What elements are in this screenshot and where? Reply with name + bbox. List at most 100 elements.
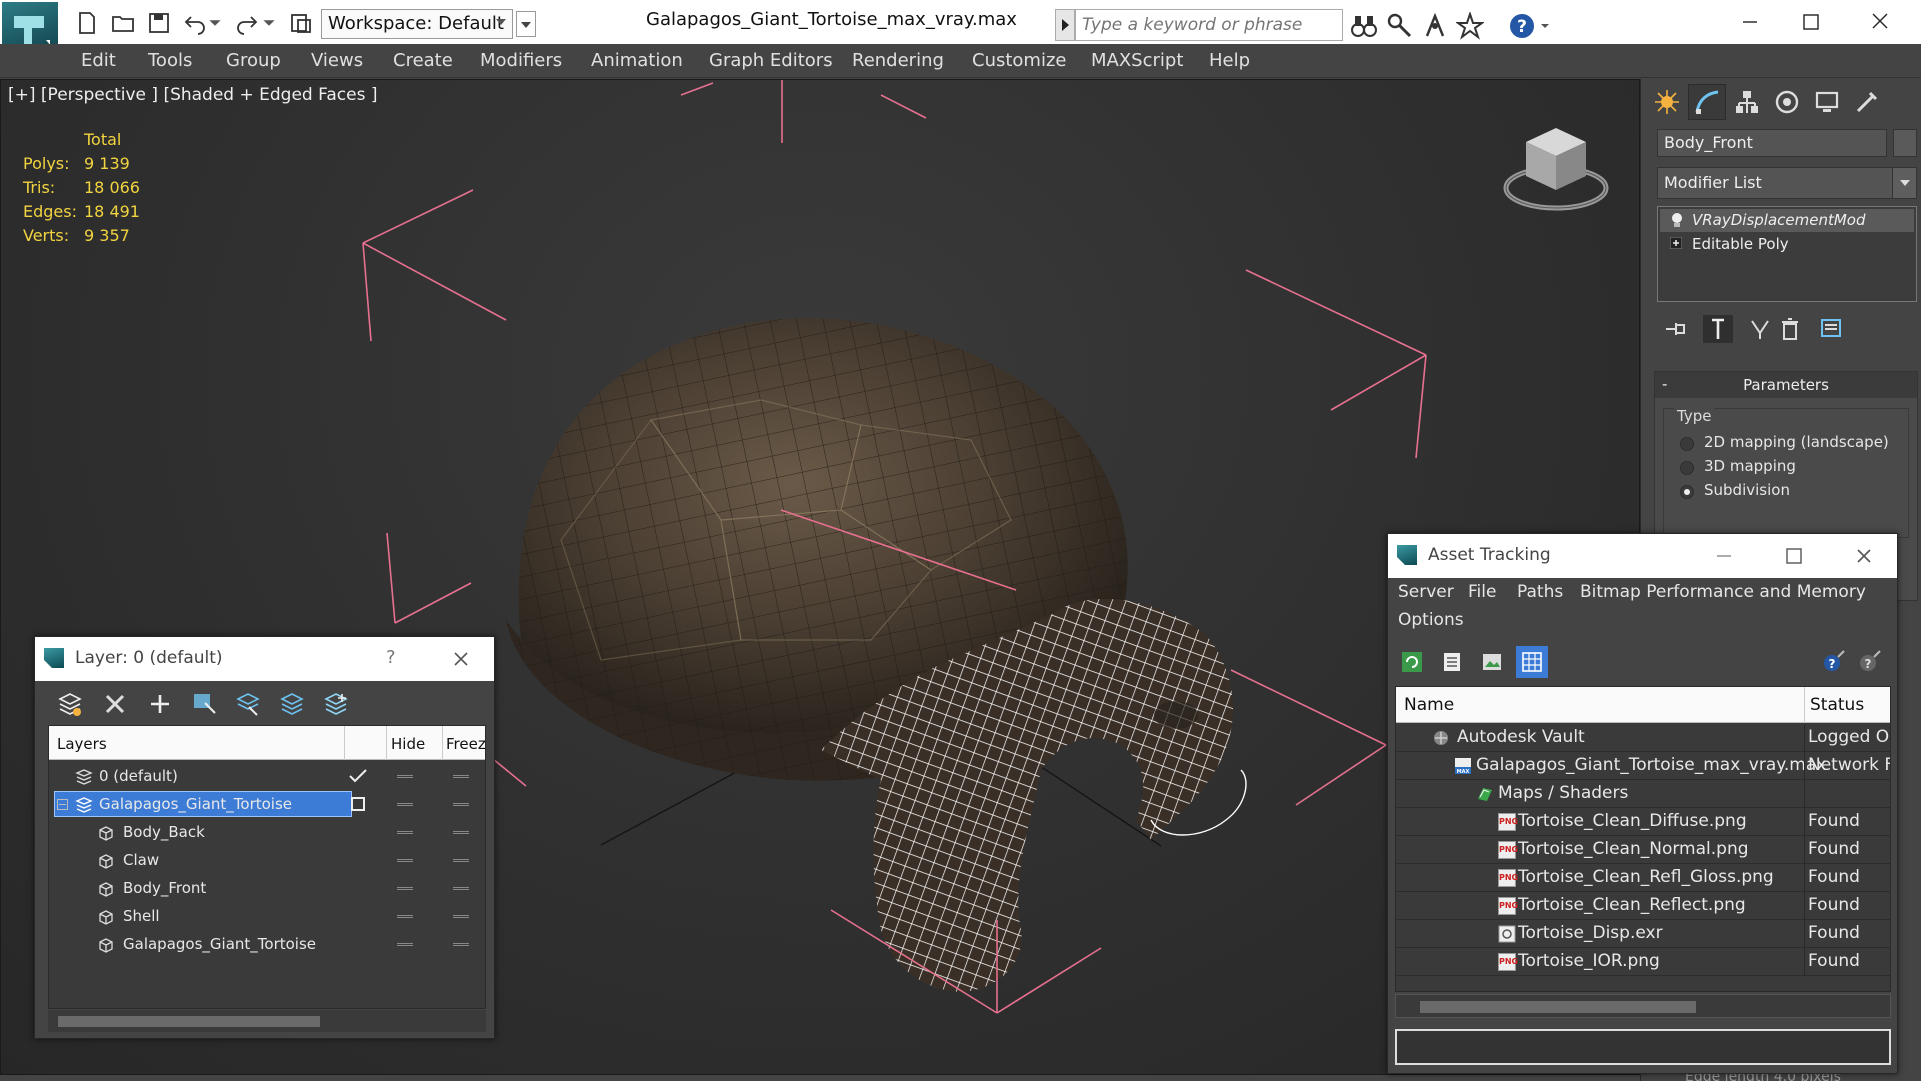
thumbnail-view-icon[interactable]: [1476, 646, 1508, 678]
scrollbar-thumb[interactable]: [1420, 1001, 1696, 1013]
make-unique-icon[interactable]: [1745, 315, 1775, 343]
column-freeze[interactable]: Freeze: [446, 735, 485, 753]
hide-toggle[interactable]: [397, 887, 413, 890]
freeze-toggle[interactable]: [453, 831, 469, 834]
freeze-toggle[interactable]: [453, 887, 469, 890]
list-view-icon[interactable]: [1436, 646, 1468, 678]
hide-toggle[interactable]: [397, 831, 413, 834]
freeze-toggle[interactable]: [453, 915, 469, 918]
help-dropdown-icon[interactable]: [1540, 12, 1554, 40]
column-divider[interactable]: [386, 726, 387, 760]
hide-toggle[interactable]: [397, 803, 413, 806]
project-folder-icon[interactable]: [286, 8, 316, 38]
scrollbar-thumb[interactable]: [58, 1016, 320, 1027]
menu-edit[interactable]: Edit: [81, 50, 116, 71]
asset-menu-bitmap-performance[interactable]: Bitmap Performance and Memory: [1580, 582, 1866, 602]
utilities-icon[interactable]: [1848, 84, 1886, 120]
minimize-icon[interactable]: [1713, 545, 1735, 567]
refresh-icon[interactable]: [1396, 646, 1428, 678]
viewport-label-menu[interactable]: [+] [Perspective ] [Shaded + Edged Faces…: [8, 85, 377, 105]
column-layers[interactable]: Layers: [57, 735, 107, 753]
menu-help[interactable]: Help: [1209, 50, 1250, 71]
display-icon[interactable]: [1808, 84, 1846, 120]
maximize-icon[interactable]: [1790, 6, 1830, 38]
layer-row-shell[interactable]: Shell: [49, 902, 485, 930]
binoculars-icon[interactable]: [1350, 12, 1378, 40]
layer-row-galapagos-giant-tortoise[interactable]: Galapagos_Giant_Tortoise: [49, 790, 485, 818]
search-input[interactable]: [1075, 9, 1343, 41]
layer-row-body-back[interactable]: Body_Back: [49, 818, 485, 846]
select-objects-in-layer-icon[interactable]: [189, 689, 219, 719]
motion-icon[interactable]: [1768, 84, 1806, 120]
remove-modifier-icon[interactable]: [1775, 315, 1805, 343]
close-icon[interactable]: [1853, 545, 1875, 567]
object-color-swatch[interactable]: [1893, 129, 1917, 157]
add-to-layer-icon[interactable]: [145, 689, 175, 719]
workspace-selector[interactable]: Workspace: Default: [321, 9, 513, 39]
expand-plus-icon[interactable]: [1670, 237, 1682, 249]
hide-toggle[interactable]: [397, 775, 413, 778]
modify-icon[interactable]: [1688, 84, 1726, 120]
set-current-layer-checkbox[interactable]: [351, 797, 365, 811]
open-file-icon[interactable]: [108, 8, 138, 38]
menu-rendering[interactable]: Rendering: [852, 50, 944, 71]
layer-row-default[interactable]: 0 (default): [49, 762, 485, 790]
parameters-rollout-header[interactable]: - Parameters: [1655, 372, 1917, 398]
highlight-selected-layers-icon[interactable]: [233, 689, 263, 719]
redo-icon[interactable]: [232, 8, 262, 38]
subscription-icon[interactable]: [1421, 12, 1449, 40]
maximize-icon[interactable]: [1783, 545, 1805, 567]
layer-row-claw[interactable]: Claw: [49, 846, 485, 874]
menu-maxscript[interactable]: MAXScript: [1091, 50, 1183, 71]
save-file-icon[interactable]: [144, 8, 174, 38]
asset-path-field[interactable]: [1395, 1029, 1891, 1065]
asset-row-maps-shaders[interactable]: Maps / Shaders: [1396, 780, 1890, 808]
asset-row-autodesk-vault[interactable]: Autodesk Vault Logged O: [1396, 724, 1890, 752]
column-name[interactable]: Name: [1404, 695, 1454, 715]
asset-window-titlebar[interactable]: Asset Tracking: [1388, 534, 1897, 578]
help-button[interactable]: ?: [386, 647, 396, 668]
menu-animation[interactable]: Animation: [591, 50, 683, 71]
menu-group[interactable]: Group: [226, 50, 281, 71]
pin-stack-icon[interactable]: [1661, 315, 1691, 343]
asset-row-reflect[interactable]: PNG Tortoise_Clean_Reflect.png Found: [1396, 892, 1890, 920]
asset-row-diffuse[interactable]: PNG Tortoise_Clean_Diffuse.png Found: [1396, 808, 1890, 836]
configure-modifier-sets-icon[interactable]: [1817, 315, 1847, 343]
stack-item-editable-poly[interactable]: Editable Poly: [1660, 233, 1914, 256]
horizontal-scrollbar[interactable]: [48, 1010, 486, 1032]
delete-layer-icon[interactable]: [100, 689, 130, 719]
current-layer-check-icon[interactable]: [347, 767, 369, 785]
asset-menu-server[interactable]: Server: [1398, 582, 1454, 602]
viewcube-icon[interactable]: [1499, 120, 1619, 220]
hierarchy-icon[interactable]: [1728, 84, 1766, 120]
menu-graph-editors[interactable]: Graph Editors: [709, 50, 833, 71]
menu-create[interactable]: Create: [393, 50, 453, 71]
key-tools-icon[interactable]: [1386, 12, 1414, 40]
show-end-result-icon[interactable]: [1703, 315, 1733, 343]
search-expand-button[interactable]: [1055, 9, 1075, 41]
rollout-collapse-toggle[interactable]: -: [1662, 375, 1667, 393]
column-status[interactable]: Status: [1810, 695, 1864, 715]
asset-menu-paths[interactable]: Paths: [1517, 582, 1563, 602]
menu-customize[interactable]: Customize: [972, 50, 1066, 71]
horizontal-scrollbar[interactable]: [1395, 994, 1891, 1018]
layer-window-titlebar[interactable]: Layer: 0 (default) ?: [35, 637, 494, 681]
undo-icon[interactable]: [180, 8, 210, 38]
layer-row-body-front[interactable]: Body_Front: [49, 874, 485, 902]
close-icon[interactable]: [1860, 6, 1900, 38]
hide-toggle[interactable]: [397, 859, 413, 862]
column-divider[interactable]: [1804, 687, 1805, 723]
asset-menu-file[interactable]: File: [1468, 582, 1496, 602]
undo-dropdown-icon[interactable]: [208, 8, 222, 38]
vault-options-icon[interactable]: ?: [1855, 646, 1887, 678]
asset-menu-options[interactable]: Options: [1398, 610, 1464, 630]
hide-toggle[interactable]: [397, 915, 413, 918]
collapse-minus-icon[interactable]: [57, 799, 68, 810]
stack-item-vraydisplacementmod[interactable]: VRayDisplacementMod: [1660, 209, 1914, 232]
freeze-toggle[interactable]: [453, 943, 469, 946]
vault-help-icon[interactable]: ?: [1819, 646, 1851, 678]
radio-3d-mapping[interactable]: [1680, 461, 1694, 475]
redo-dropdown-icon[interactable]: [262, 8, 276, 38]
object-name-field[interactable]: Body_Front: [1657, 129, 1887, 157]
asset-row-max-file[interactable]: MAX Galapagos_Giant_Tortoise_max_vray.ma…: [1396, 752, 1890, 780]
